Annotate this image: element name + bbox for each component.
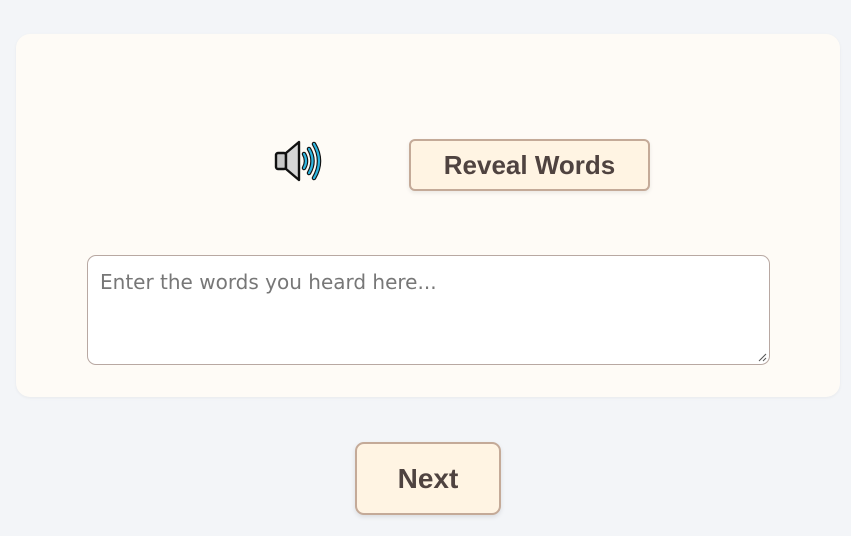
reveal-words-button[interactable]: Reveal Words [409, 139, 650, 191]
speaker-with-sound-waves-icon [274, 140, 322, 182]
exercise-card: Reveal Words [16, 34, 840, 397]
answer-textarea[interactable] [87, 255, 770, 365]
next-button[interactable]: Next [355, 442, 501, 515]
resize-handle-icon[interactable] [757, 352, 767, 362]
play-audio-button[interactable] [270, 136, 326, 186]
